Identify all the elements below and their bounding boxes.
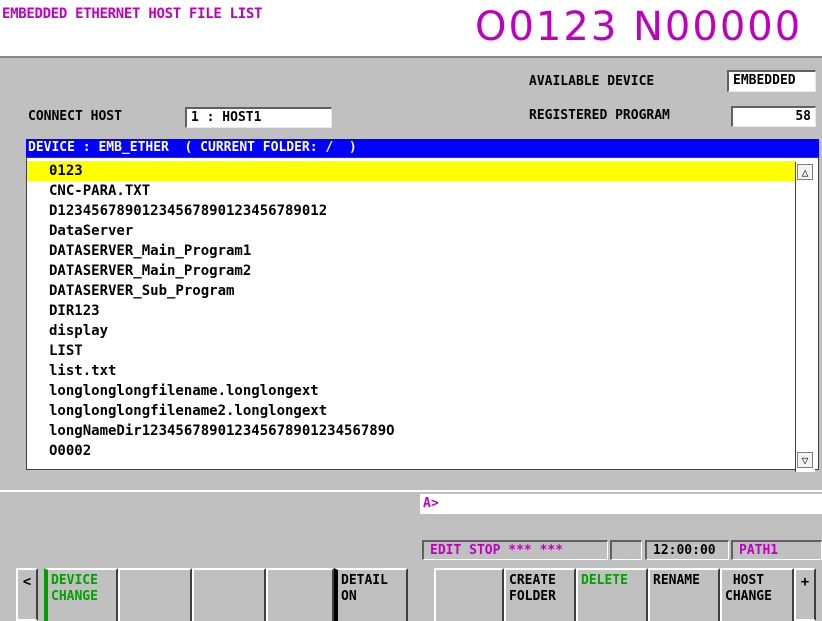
softkey-blank-1[interactable] xyxy=(118,568,192,621)
list-item[interactable]: DIR123 xyxy=(27,301,797,321)
path-status: PATH1 xyxy=(731,540,822,560)
softkey-blank-3[interactable] xyxy=(266,568,334,621)
list-item[interactable]: longlonglongfilename2.longlongext xyxy=(27,401,797,421)
available-device-label: AVAILABLE DEVICE xyxy=(529,74,655,89)
list-item[interactable]: O0002 xyxy=(27,441,797,461)
softkey-prev[interactable]: < xyxy=(16,568,38,621)
list-item[interactable]: DATASERVER_Main_Program1 xyxy=(27,241,797,261)
list-item[interactable]: longNameDir12345678901234567890123456789… xyxy=(27,421,797,441)
softkey-delete[interactable]: DELETE xyxy=(576,568,648,621)
list-item[interactable]: display xyxy=(27,321,797,341)
available-device-value: EMBEDDED xyxy=(727,70,816,92)
scroll-up-icon[interactable]: △ xyxy=(797,164,813,180)
softkey-host-change[interactable]: HOST CHANGE xyxy=(720,568,794,621)
file-list[interactable]: 0123 CNC-PARA.TXT D123456789012345678901… xyxy=(26,157,819,470)
softkey-blank-4[interactable] xyxy=(434,568,504,621)
softkey-create-folder[interactable]: CREATE FOLDER xyxy=(504,568,576,621)
scroll-down-icon[interactable]: ▽ xyxy=(797,452,813,468)
registered-program-label: REGISTERED PROGRAM xyxy=(529,108,670,123)
registered-program-value: 58 xyxy=(731,106,816,127)
program-number: O0123 N00000 xyxy=(475,4,803,50)
device-bar: DEVICE : EMB_ETHER ( CURRENT FOLDER: / ) xyxy=(26,139,819,157)
connect-host-label: CONNECT HOST xyxy=(28,109,122,124)
title-bar: EMBEDDED ETHERNET HOST FILE LIST O0123 N… xyxy=(0,0,822,58)
list-item[interactable]: DATASERVER_Sub_Program xyxy=(27,281,797,301)
list-item[interactable]: DataServer xyxy=(27,221,797,241)
status-blank xyxy=(610,540,642,560)
connect-host-field[interactable]: 1 : HOST1 xyxy=(185,107,332,128)
list-item[interactable]: 0123 xyxy=(27,161,797,181)
key-input-line[interactable]: A> xyxy=(420,494,822,514)
screen-title: EMBEDDED ETHERNET HOST FILE LIST xyxy=(2,6,263,22)
softkey-device-change[interactable]: DEVICE CHANGE xyxy=(44,568,118,621)
list-item[interactable]: longlonglongfilename.longlongext xyxy=(27,381,797,401)
clock: 12:00:00 xyxy=(645,540,729,560)
list-item[interactable]: CNC-PARA.TXT xyxy=(27,181,797,201)
softkey-detail-on[interactable]: DETAIL ON xyxy=(334,568,408,621)
softkey-rename[interactable]: RENAME xyxy=(648,568,720,621)
list-item[interactable]: LIST xyxy=(27,341,797,361)
scrollbar[interactable]: △ ▽ xyxy=(795,162,815,472)
mode-status: EDIT STOP *** *** xyxy=(422,540,608,560)
softkey-next[interactable]: + xyxy=(794,568,816,621)
list-item[interactable]: DATASERVER_Main_Program2 xyxy=(27,261,797,281)
list-item[interactable]: list.txt xyxy=(27,361,797,381)
softkey-blank-2[interactable] xyxy=(192,568,266,621)
list-item[interactable]: D12345678901234567890123456789012 xyxy=(27,201,797,221)
